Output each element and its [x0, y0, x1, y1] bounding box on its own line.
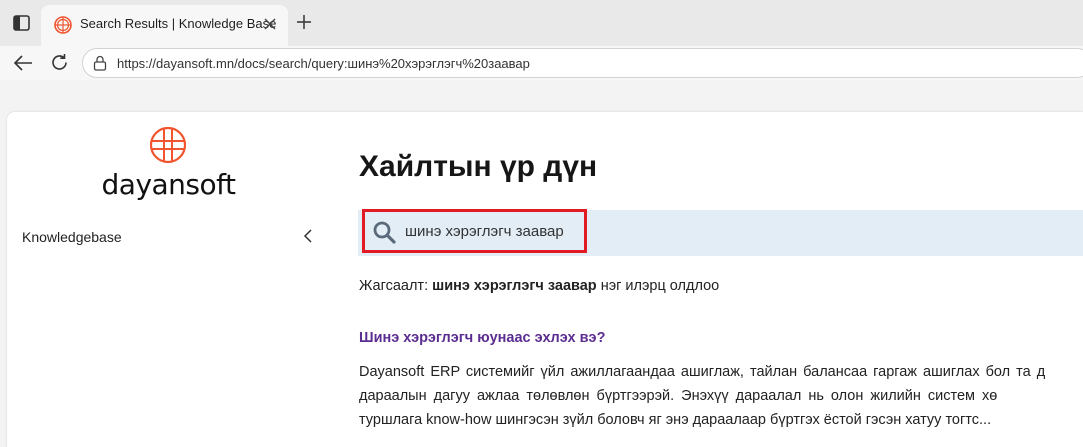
result-excerpt-line: туршлага know-how шингэсэн зүйл боловч я… [359, 412, 992, 428]
search-icon[interactable] [372, 220, 396, 244]
result-title-link[interactable]: Шинэ хэрэглэгч юунаас эхлэх вэ? [359, 330, 605, 346]
plus-icon[interactable] [296, 14, 312, 30]
result-excerpt-line: дараалын дагуу ажлаа төлөвлөн бүртгээрэй… [359, 388, 998, 404]
dayansoft-logo-icon [149, 126, 187, 164]
close-icon[interactable] [264, 18, 276, 30]
navigation-bar: https://dayansoft.mn/docs/search/query:ш… [0, 46, 1083, 80]
summary-suffix: нэг илэрц олдлоо [600, 278, 720, 294]
tab-title: Search Results | Knowledge Base [80, 16, 277, 31]
page-content: dayansoft Knowledgebase Хайлтын үр дүн Ж… [7, 112, 1083, 447]
result-summary: Жагсаалт: шинэ хэрэглэгч заавар нэг илэр… [359, 278, 719, 294]
summary-prefix: Жагсаалт: [359, 278, 429, 294]
result-excerpt-line: Dayansoft ERP системийг үйл ажиллагаанда… [359, 364, 1046, 380]
search-input[interactable] [405, 219, 583, 243]
logo-wordmark: dayansoft [101, 168, 236, 201]
sidebar-toggle-icon[interactable] [13, 15, 30, 31]
dayansoft-logo[interactable]: dayansoft [101, 126, 236, 201]
lock-icon[interactable] [93, 55, 107, 71]
sidebar-item-knowledgebase[interactable]: Knowledgebase [22, 226, 322, 248]
active-tab[interactable]: Search Results | Knowledge Base [41, 5, 288, 46]
back-arrow-icon[interactable] [13, 54, 33, 72]
page-title: Хайлтын үр дүн [359, 150, 598, 183]
tab-strip: Search Results | Knowledge Base [0, 0, 1083, 46]
url-text[interactable]: https://dayansoft.mn/docs/search/query:ш… [117, 56, 530, 71]
address-bar[interactable]: https://dayansoft.mn/docs/search/query:ш… [82, 48, 1083, 78]
search-box-highlight[interactable] [362, 209, 587, 253]
sidebar-item-label: Knowledgebase [22, 229, 122, 245]
globe-favicon-icon [54, 16, 72, 34]
chevron-left-icon[interactable] [302, 229, 314, 243]
reload-icon[interactable] [50, 53, 69, 72]
summary-query: шинэ хэрэглэгч заавар [432, 278, 597, 294]
